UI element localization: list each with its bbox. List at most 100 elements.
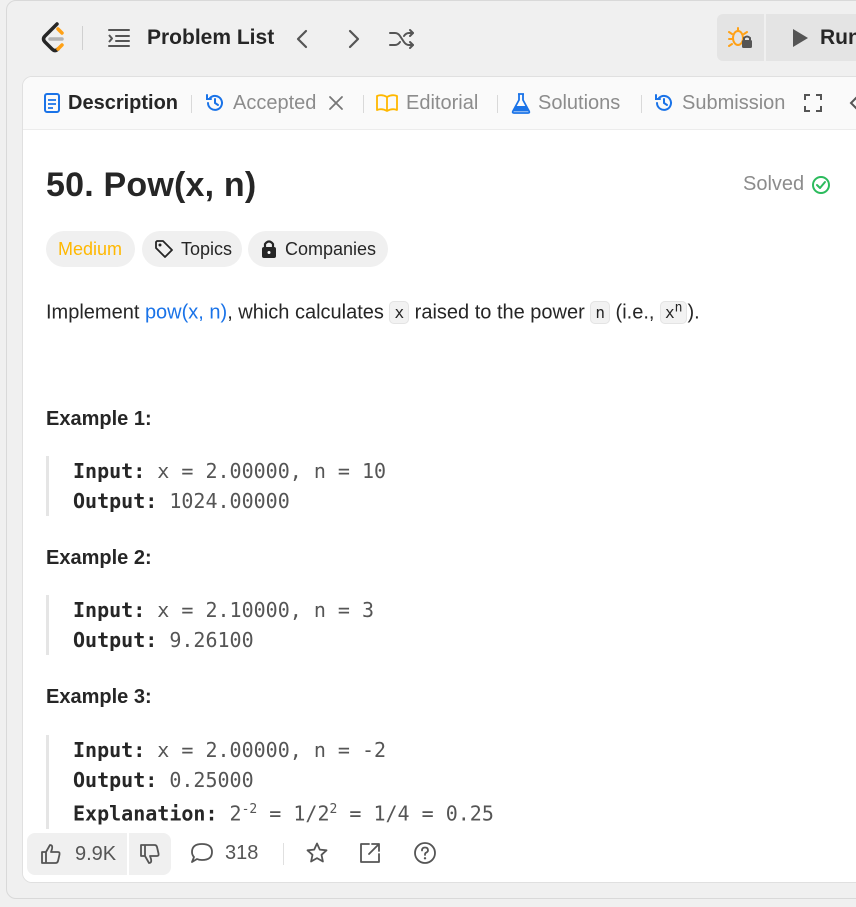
problem-statement: Implement pow(x, n), which calculates x … — [46, 294, 700, 328]
share-icon[interactable] — [358, 841, 382, 865]
companies-button[interactable]: Companies — [248, 231, 388, 267]
inline-code: n — [590, 301, 610, 325]
history-icon — [204, 92, 226, 114]
tab-label: Accepted — [233, 91, 317, 114]
inline-code: x — [389, 301, 410, 325]
thumbs-down-icon — [138, 842, 162, 866]
lock-icon — [260, 239, 278, 259]
explanation-label: Explanation: — [73, 801, 218, 826]
input-value: x = 2.00000, n = 10 — [145, 459, 387, 483]
pow-link[interactable]: pow(x, n) — [145, 301, 227, 323]
code-base: x — [665, 303, 675, 323]
difficulty-badge: Medium — [46, 231, 135, 267]
tab-bar: Description Accepted Editorial Solutions — [23, 77, 856, 130]
document-icon — [43, 92, 61, 114]
divider — [363, 95, 364, 113]
problem-title[interactable]: 50. Pow(x, n) — [46, 166, 256, 205]
input-value: x = 2.10000, n = 3 — [145, 598, 375, 622]
tab-label: Submission — [682, 91, 786, 114]
tab-solutions[interactable]: Solutions — [511, 89, 620, 117]
solved-label: Solved — [743, 173, 805, 195]
explanation-value: = 1/4 = 0.25 — [337, 801, 494, 826]
bug-lock-icon — [727, 26, 752, 48]
help-icon[interactable] — [413, 841, 437, 865]
play-icon — [793, 28, 808, 47]
example-title: Example 2: — [46, 547, 152, 569]
maximize-icon[interactable] — [803, 93, 823, 118]
favorite-star-icon[interactable] — [305, 841, 329, 865]
action-footer: 9.9K 318 — [23, 829, 856, 882]
divider — [191, 95, 192, 113]
tab-accepted[interactable]: Accepted — [204, 89, 344, 117]
desc-text: , which calculates — [227, 301, 390, 324]
random-problem-button[interactable] — [387, 24, 417, 54]
tag-icon — [154, 239, 174, 259]
companies-label: Companies — [285, 238, 377, 259]
inline-code: xn — [660, 301, 688, 325]
description-panel: Description Accepted Editorial Solutions — [22, 76, 856, 883]
example-block: Input: x = 2.00000, n = -2 Output: 0.250… — [46, 735, 833, 829]
input-label: Input: — [73, 598, 146, 622]
problem-list-title[interactable]: Problem List — [147, 26, 274, 50]
example-block: Input: x = 2.00000, n = 10 Output: 1024.… — [46, 456, 833, 516]
output-value: 9.26100 — [157, 628, 254, 652]
desc-text: raised to the power — [409, 301, 591, 324]
input-label: Input: — [73, 738, 146, 762]
comments-button[interactable]: 318 — [189, 841, 258, 865]
comment-count: 318 — [225, 841, 259, 864]
run-label: Run — [820, 25, 856, 49]
chevron-right-icon — [348, 29, 360, 49]
like-button[interactable]: 9.9K — [27, 833, 127, 875]
leetcode-logo-icon[interactable] — [38, 20, 70, 56]
example-block: Input: x = 2.10000, n = 3 Output: 9.2610… — [46, 595, 833, 655]
tab-label: Solutions — [538, 91, 621, 114]
tab-label: Editorial — [406, 91, 479, 114]
shuffle-icon — [389, 29, 414, 49]
like-count: 9.9K — [75, 842, 117, 865]
explanation-value: 2 — [217, 801, 242, 826]
solved-status: Solved — [743, 173, 831, 196]
problem-list-icon[interactable] — [106, 26, 132, 50]
code-exponent: n — [674, 301, 683, 316]
divider — [497, 95, 498, 113]
chevron-left-icon — [296, 29, 308, 49]
example-title: Example 1: — [46, 408, 152, 430]
tab-description[interactable]: Description — [43, 89, 178, 117]
next-problem-button[interactable] — [339, 24, 369, 54]
dislike-button[interactable] — [129, 833, 171, 875]
topics-button[interactable]: Topics — [142, 231, 242, 267]
collapse-icon[interactable] — [847, 92, 856, 119]
debugger-button[interactable] — [717, 14, 764, 61]
difficulty-label: Medium — [58, 238, 123, 259]
divider — [283, 843, 284, 865]
tab-submission[interactable]: Submission — [653, 89, 785, 117]
output-label: Output: — [73, 768, 158, 792]
tab-editorial[interactable]: Editorial — [375, 89, 478, 117]
close-icon[interactable] — [328, 95, 344, 111]
divider — [641, 95, 642, 113]
example-title: Example 3: — [46, 686, 152, 708]
tab-label: Description — [68, 91, 179, 114]
check-circle-icon — [812, 175, 831, 194]
output-label: Output: — [73, 489, 158, 513]
run-button[interactable]: Run — [766, 14, 856, 61]
divider — [82, 26, 83, 50]
top-navbar: Problem List Run — [0, 0, 856, 76]
book-icon — [375, 93, 399, 113]
desc-text: Implement — [46, 301, 145, 324]
output-value: 1024.00000 — [157, 489, 290, 513]
topics-label: Topics — [181, 238, 233, 259]
input-label: Input: — [73, 459, 146, 483]
desc-text: (i.e., — [609, 301, 660, 324]
input-value: x = 2.00000, n = -2 — [145, 738, 387, 762]
explanation-value: = 1/2 — [257, 801, 330, 826]
thumbs-up-icon — [39, 842, 63, 866]
exponent: -2 — [241, 802, 258, 817]
prev-problem-button[interactable] — [287, 24, 317, 54]
problem-description: 50. Pow(x, n) Solved Medium Topics Compa… — [23, 129, 856, 829]
history-icon — [653, 92, 675, 114]
desc-text: ). — [687, 301, 700, 324]
output-label: Output: — [73, 628, 158, 652]
comment-icon — [189, 841, 215, 865]
flask-icon — [511, 92, 531, 114]
